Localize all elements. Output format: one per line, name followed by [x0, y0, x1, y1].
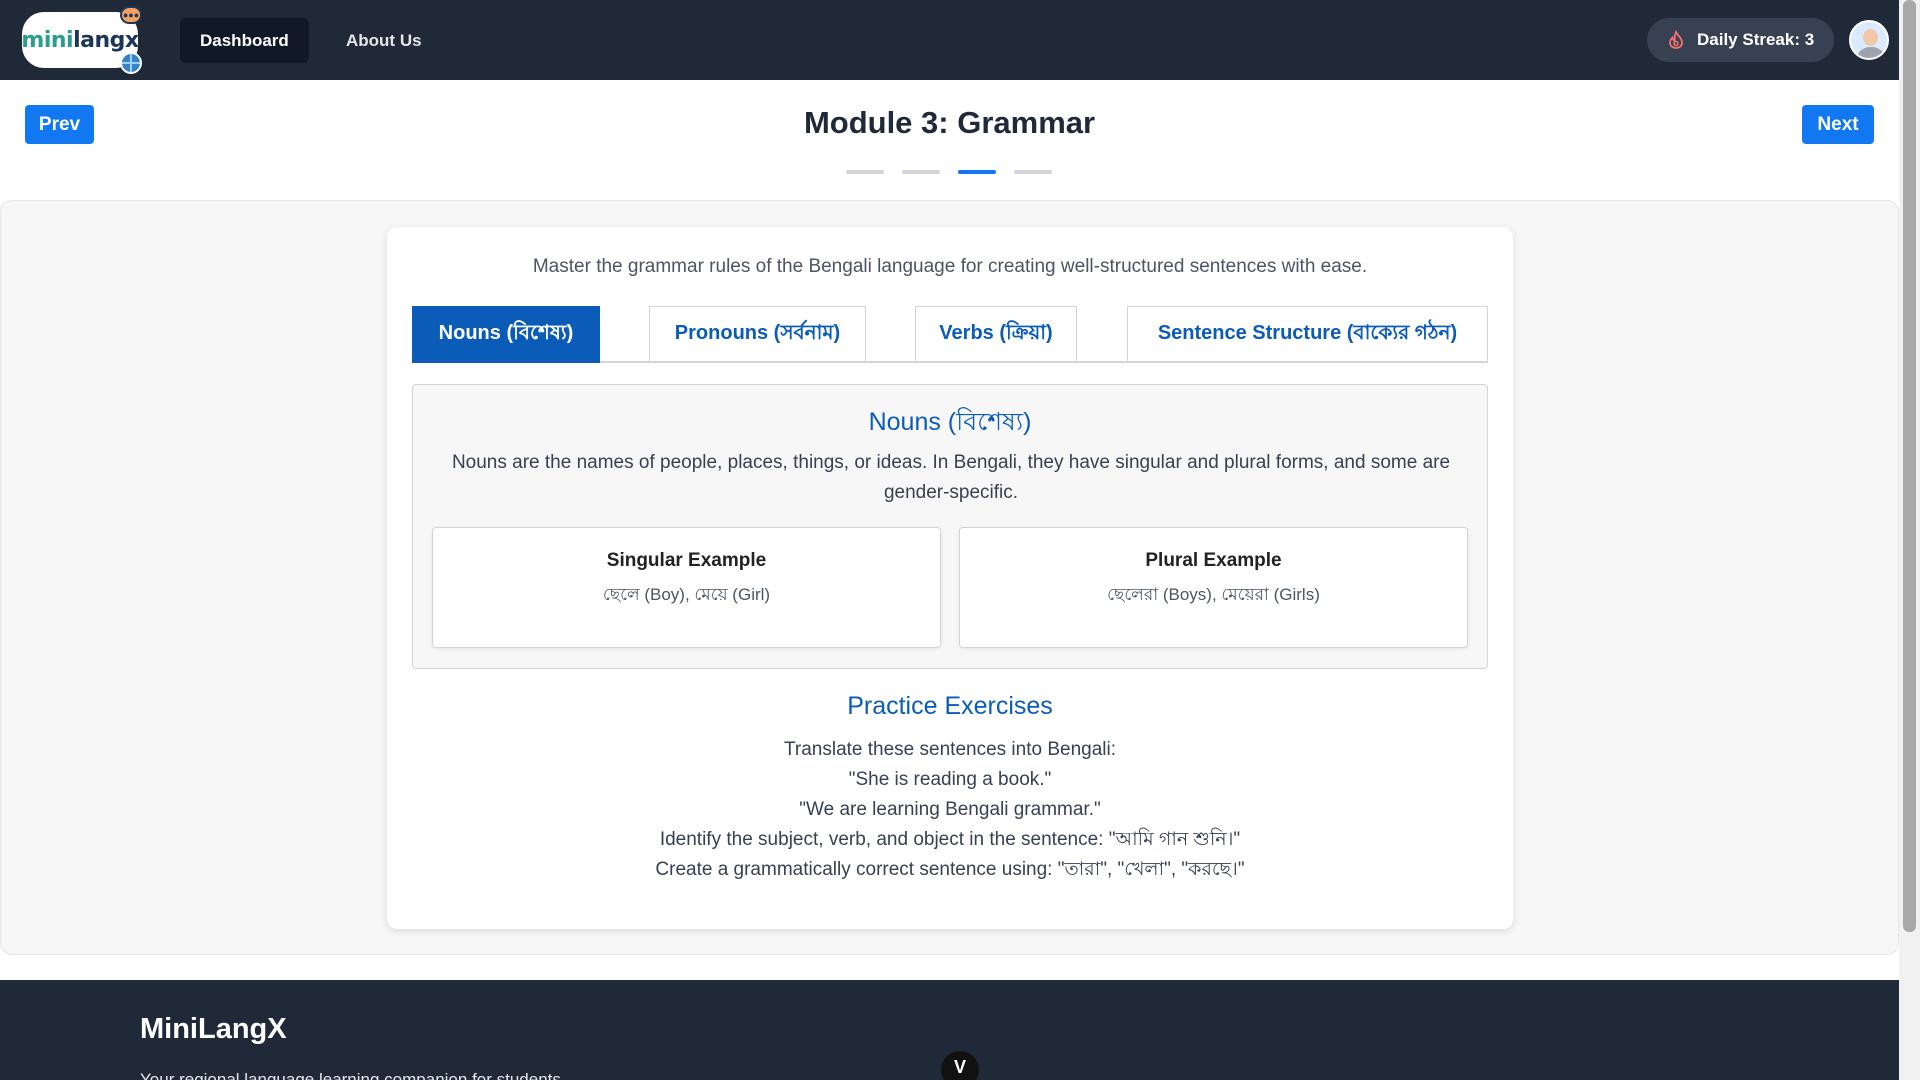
nouns-panel: Nouns (বিশেষ্য) Nouns are the names of p…	[412, 384, 1488, 669]
example-title: Singular Example	[606, 550, 767, 571]
list-item: Identify the subject, verb, and object i…	[659, 829, 1241, 850]
module-title: Module 3: Grammar	[803, 105, 1096, 140]
example-text: ছেলে (Boy), মেয়ে (Girl)	[602, 585, 771, 604]
plural-example-card: Plural Example ছেলেরা (Boys), মেয়েরা (G…	[959, 527, 1468, 648]
nav-about-link[interactable]: About Us	[326, 18, 442, 63]
next-module-button[interactable]: Next	[1802, 105, 1874, 144]
tab-verbs[interactable]: Verbs (ক্রিয়া)	[915, 306, 1077, 363]
scrollbar-thumb[interactable]	[1903, 0, 1916, 932]
progress-segment	[1014, 170, 1052, 174]
list-item: Create a grammatically correct sentence …	[655, 859, 1245, 880]
singular-example-card: Singular Example ছেলে (Boy), মেয়ে (Girl…	[432, 527, 941, 648]
daily-streak-badge[interactable]: Daily Streak: 3	[1647, 18, 1835, 62]
tab-sentence-structure[interactable]: Sentence Structure (বাক্যের গঠন)	[1127, 306, 1488, 363]
progress-segment	[846, 170, 884, 174]
user-avatar[interactable]	[1849, 20, 1889, 60]
logo-wordmark: minilangx	[21, 27, 139, 53]
tab-nouns[interactable]: Nouns (বিশেষ্য)	[412, 306, 600, 363]
grammar-tabs: Nouns (বিশেষ্য) Pronouns (সর্বনাম) Verbs…	[412, 306, 1488, 363]
list-item: "We are learning Bengali grammar."	[799, 799, 1101, 820]
progress-segment	[902, 170, 940, 174]
list-item: Translate these sentences into Bengali:	[784, 739, 1116, 760]
top-navbar: minilangx ●●● Dashboard About Us Daily S…	[0, 0, 1899, 80]
tab-pronouns[interactable]: Pronouns (সর্বনাম)	[649, 306, 866, 363]
practice-exercises-list: Translate these sentences into Bengali: …	[387, 735, 1513, 885]
footer-brand-title: MiniLangX	[140, 1013, 287, 1045]
grammar-intro-text: Master the grammar rules of the Bengali …	[532, 256, 1368, 277]
minilangx-logo[interactable]: minilangx ●●●	[21, 6, 142, 74]
example-text: ছেলেরা (Boys), মেয়েরা (Girls)	[1107, 585, 1320, 604]
practice-exercises-title: Practice Exercises	[847, 692, 1053, 720]
panel-title: Nouns (বিশেষ্য)	[868, 408, 1032, 436]
daily-streak-label: Daily Streak: 3	[1697, 30, 1815, 49]
panel-description: Nouns are the names of people, places, t…	[451, 452, 1451, 503]
speech-bubble-icon: ●●●	[120, 6, 142, 24]
prev-module-button[interactable]: Prev	[25, 105, 94, 144]
example-title: Plural Example	[1145, 550, 1282, 571]
flame-icon	[1665, 29, 1687, 51]
progress-segment	[958, 170, 996, 174]
avatar-head	[1863, 29, 1878, 46]
nav-dashboard-button[interactable]: Dashboard	[180, 18, 309, 63]
globe-icon	[120, 52, 142, 74]
module-progress-indicator	[846, 170, 1052, 174]
footer-tagline: Your regional language learning companio…	[140, 1070, 561, 1080]
grammar-card: Master the grammar rules of the Bengali …	[387, 227, 1513, 929]
list-item: "She is reading a book."	[848, 769, 1052, 790]
page-scrollbar[interactable]	[1899, 0, 1920, 1080]
avatar-body	[1856, 47, 1886, 58]
